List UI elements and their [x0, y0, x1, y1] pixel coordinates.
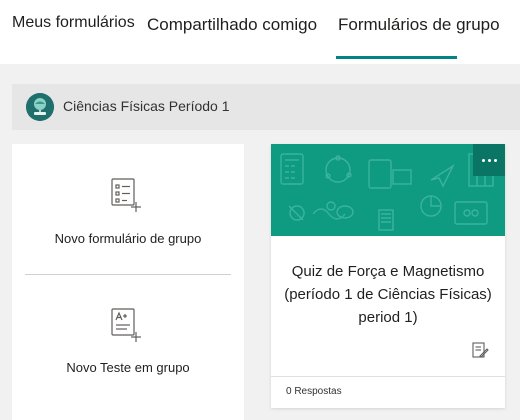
response-count: 0 Respostas — [286, 386, 342, 397]
group-name: Ciências Físicas Período 1 — [63, 98, 230, 114]
science-group-icon — [26, 93, 54, 121]
card-footer-divider — [271, 376, 505, 377]
active-tab-indicator — [336, 56, 457, 59]
edit-icon[interactable] — [471, 341, 489, 359]
new-group-form-button[interactable]: Novo formulário de grupo — [12, 144, 244, 274]
tab-group-forms[interactable]: Formulários de grupo — [338, 15, 500, 35]
create-panel: Novo formulário de grupo Novo Teste em g… — [12, 144, 244, 420]
more-dot — [493, 158, 497, 162]
tab-bar: Meus formulários Compartilhado comigo Fo… — [0, 0, 520, 64]
quiz-card[interactable]: Quiz de Força e Magnetismo (período 1 de… — [271, 144, 505, 408]
new-form-icon — [110, 177, 144, 213]
tab-my-forms[interactable]: Meus formulários — [12, 14, 135, 32]
card-banner — [271, 144, 505, 236]
more-dot — [487, 158, 491, 162]
new-group-quiz-button[interactable]: Novo Teste em grupo — [12, 275, 244, 420]
new-group-form-label: Novo formulário de grupo — [54, 231, 202, 246]
more-options-button[interactable] — [473, 144, 505, 176]
new-quiz-icon — [110, 307, 144, 343]
card-title: Quiz de Força e Magnetismo (período 1 de… — [284, 263, 492, 326]
new-group-quiz-label: Novo Teste em grupo — [66, 360, 190, 375]
tab-shared-with-me[interactable]: Compartilhado comigo — [147, 15, 317, 35]
more-dot — [481, 158, 485, 162]
group-header: Ciências Físicas Período 1 — [12, 84, 520, 130]
